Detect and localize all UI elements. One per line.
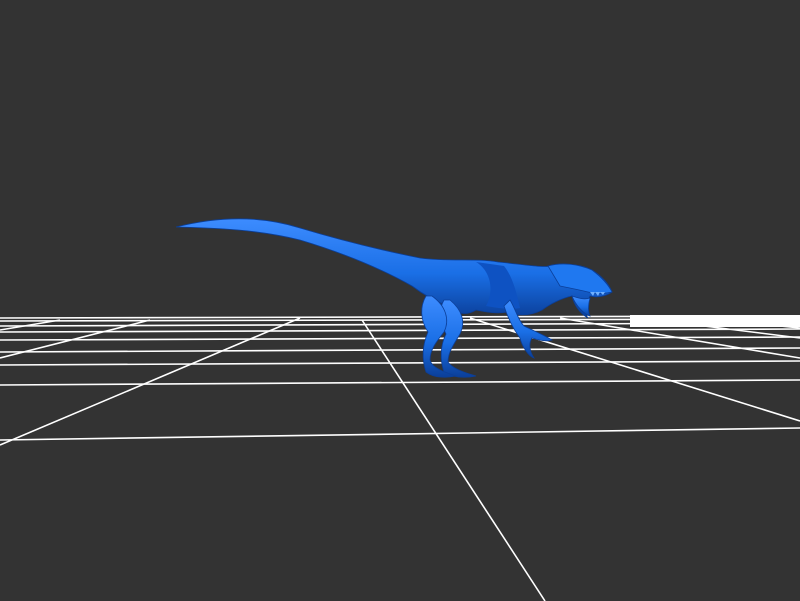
grid-row-line bbox=[0, 328, 800, 333]
3d-viewport[interactable] bbox=[0, 0, 800, 601]
scene-canvas[interactable] bbox=[0, 0, 800, 601]
grid-row-line bbox=[0, 427, 800, 441]
grid-row-line bbox=[0, 347, 800, 353]
floor-far-edge bbox=[630, 315, 800, 327]
grid-row-line bbox=[0, 360, 800, 366]
floor-grid bbox=[0, 315, 800, 601]
grid-column-line bbox=[0, 317, 301, 446]
raptor-model[interactable] bbox=[175, 218, 613, 378]
raptor-body bbox=[175, 218, 613, 319]
